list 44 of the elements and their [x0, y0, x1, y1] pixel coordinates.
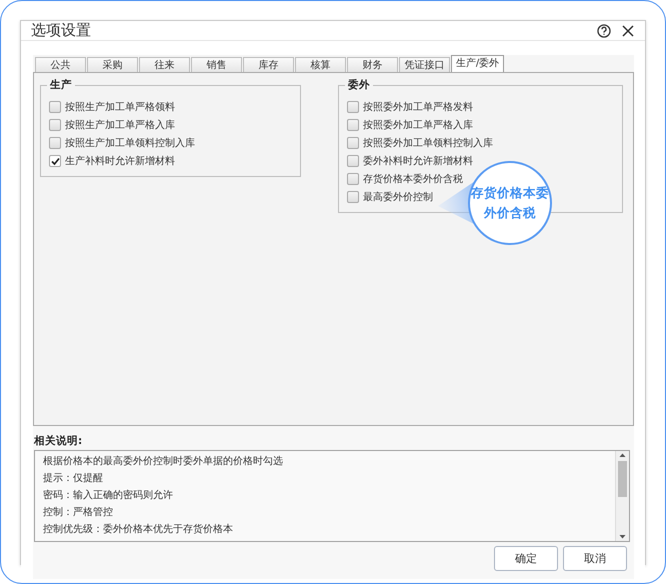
description-line: 密码：输入正确的密码则允许	[43, 488, 174, 503]
tab[interactable]: 核算	[295, 57, 346, 72]
option-label[interactable]: 按照委外加工单领料控制入库	[363, 136, 494, 150]
checkbox[interactable]	[347, 101, 360, 113]
checkbox[interactable]	[347, 191, 360, 203]
checkbox[interactable]	[49, 101, 61, 113]
dialog-button[interactable]: 取消	[563, 546, 627, 571]
option-label[interactable]: 最高委外价控制	[363, 190, 434, 204]
section-label: 相关说明:	[34, 434, 84, 448]
checkbox[interactable]	[347, 119, 360, 131]
checkbox[interactable]	[49, 119, 61, 131]
tab[interactable]: 财务	[347, 57, 398, 72]
window-title: 选项设置	[31, 21, 92, 40]
option-label[interactable]: 生产补料时允许新增材料	[65, 154, 175, 168]
scroll-up-icon[interactable]	[618, 451, 627, 459]
option-label[interactable]: 按照委外加工单严格发料	[363, 100, 474, 114]
scroll-thumb[interactable]	[618, 461, 627, 497]
option-label[interactable]: 按照生产加工单严格领料	[65, 100, 175, 114]
group-title: 委外	[345, 78, 374, 92]
group-title: 生产	[47, 78, 75, 92]
tab[interactable]: 生产/委外	[451, 55, 504, 72]
checkbox[interactable]	[49, 137, 61, 149]
tab[interactable]: 往来	[139, 57, 190, 72]
option-label[interactable]: 按照委外加工单严格入库	[363, 118, 474, 132]
checkbox[interactable]	[347, 137, 360, 149]
dialog-button[interactable]: 确定	[494, 546, 558, 571]
checkbox[interactable]	[49, 155, 61, 167]
tab[interactable]: 凭证接口	[399, 57, 450, 72]
checkbox[interactable]	[347, 155, 360, 167]
option-label[interactable]: 存货价格本委外价含税	[363, 172, 464, 186]
tab[interactable]: 采购	[87, 57, 138, 72]
tab[interactable]: 库存	[243, 57, 294, 72]
description-line: 提示：仅提醒	[43, 472, 104, 486]
tab[interactable]: 销售	[191, 57, 242, 72]
scroll-down-icon[interactable]	[618, 533, 627, 541]
description-line: 控制优先级：委外价格本优先于存货价格本	[43, 522, 234, 537]
help-icon[interactable]	[597, 24, 611, 38]
option-label[interactable]: 按照生产加工单严格入库	[65, 118, 175, 132]
option-label[interactable]: 按照生产加工单领料控制入库	[65, 136, 195, 150]
checkbox[interactable]	[347, 173, 360, 185]
description-line: 控制：严格管控	[43, 506, 114, 520]
description-line: 根据价格本的最高委外价控制时委外单据的价格时勾选	[43, 454, 284, 469]
close-icon[interactable]	[621, 24, 635, 38]
tab[interactable]: 公共	[35, 57, 86, 72]
